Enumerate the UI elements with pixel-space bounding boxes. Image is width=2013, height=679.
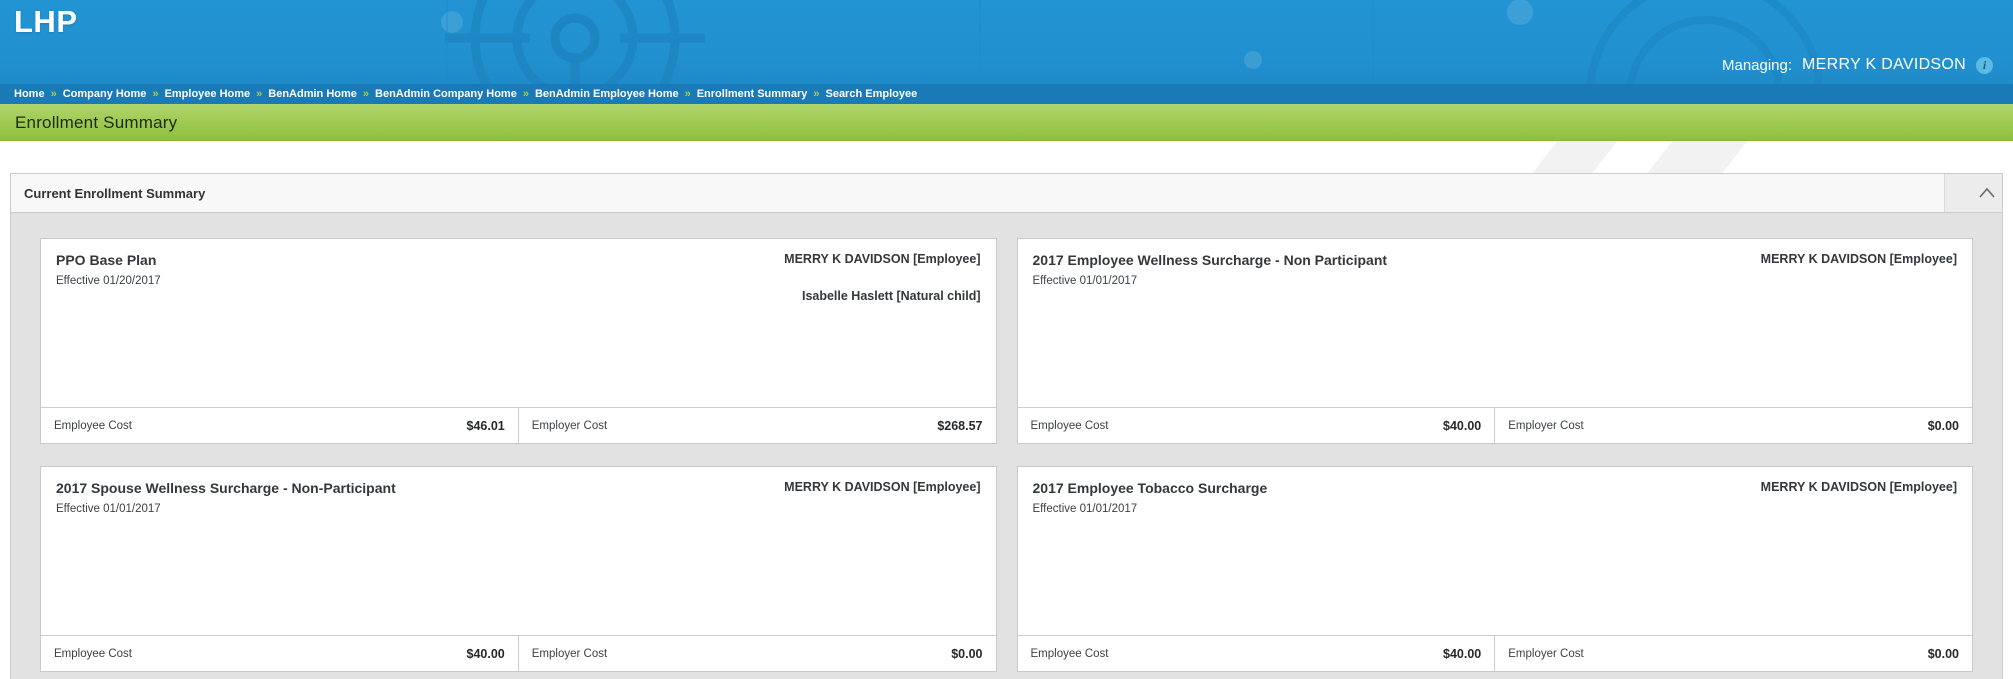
breadcrumb-item-benadmin-company-home[interactable]: BenAdmin Company Home bbox=[375, 88, 517, 100]
employer-cost-cell: Employer Cost $0.00 bbox=[518, 636, 996, 671]
breadcrumb-item-enrollment-summary[interactable]: Enrollment Summary bbox=[697, 88, 808, 100]
enrollment-cards-grid: PPO Base Plan Effective 01/20/2017 MERRY… bbox=[40, 238, 1973, 672]
breadcrumb: Home » Company Home » Employee Home » Be… bbox=[0, 84, 2013, 104]
plan-participants: MERRY K DAVIDSON [Employee] bbox=[1761, 480, 1957, 494]
chevron-up-icon bbox=[1978, 187, 1996, 199]
breadcrumb-separator-icon: » bbox=[256, 88, 262, 100]
current-enrollment-summary-panel-body: PPO Base Plan Effective 01/20/2017 MERRY… bbox=[10, 213, 2003, 679]
app-header: LHP Managing: MERRY K DAVIDSON i bbox=[0, 0, 2013, 84]
breadcrumb-separator-icon: » bbox=[152, 88, 158, 100]
employer-cost-value: $0.00 bbox=[1928, 647, 1959, 661]
employer-cost-label: Employer Cost bbox=[532, 420, 607, 432]
plan-cost-footer: Employee Cost $40.00 Employer Cost $0.00 bbox=[1018, 635, 1973, 671]
enrollment-card-ppo-base-plan: PPO Base Plan Effective 01/20/2017 MERRY… bbox=[40, 238, 997, 444]
breadcrumb-item-home[interactable]: Home bbox=[14, 88, 45, 100]
employer-cost-label: Employer Cost bbox=[532, 648, 607, 660]
card-body: 2017 Employee Wellness Surcharge - Non P… bbox=[1018, 239, 1973, 407]
breadcrumb-item-benadmin-employee-home[interactable]: BenAdmin Employee Home bbox=[535, 88, 679, 100]
participant-name: MERRY K DAVIDSON [Employee] bbox=[1761, 252, 1957, 266]
employee-cost-label: Employee Cost bbox=[1031, 420, 1109, 432]
employer-cost-cell: Employer Cost $268.57 bbox=[518, 408, 996, 443]
plan-participants: MERRY K DAVIDSON [Employee] Isabelle Has… bbox=[784, 252, 980, 303]
plan-effective-date: Effective 01/01/2017 bbox=[1033, 503, 1958, 515]
panel-collapse-button[interactable] bbox=[1944, 174, 2002, 212]
plan-cost-footer: Employee Cost $40.00 Employer Cost $0.00 bbox=[1018, 407, 1973, 443]
breadcrumb-separator-icon: » bbox=[685, 88, 691, 100]
plan-participants: MERRY K DAVIDSON [Employee] bbox=[1761, 252, 1957, 266]
employee-cost-label: Employee Cost bbox=[54, 420, 132, 432]
employer-cost-cell: Employer Cost $0.00 bbox=[1494, 408, 1972, 443]
enrollment-card-spouse-wellness-surcharge: 2017 Spouse Wellness Surcharge - Non-Par… bbox=[40, 466, 997, 672]
breadcrumb-item-search-employee[interactable]: Search Employee bbox=[825, 88, 917, 100]
plan-participants: MERRY K DAVIDSON [Employee] bbox=[784, 480, 980, 494]
employer-cost-value: $0.00 bbox=[951, 647, 982, 661]
participant-name: MERRY K DAVIDSON [Employee] bbox=[784, 480, 980, 494]
app-logo[interactable]: LHP bbox=[14, 4, 78, 40]
enrollment-card-employee-tobacco-surcharge: 2017 Employee Tobacco Surcharge Effectiv… bbox=[1017, 466, 1974, 672]
employee-cost-label: Employee Cost bbox=[1031, 648, 1109, 660]
employee-cost-value: $40.00 bbox=[1443, 647, 1481, 661]
page-title-bar: Enrollment Summary bbox=[0, 104, 2013, 141]
card-body: 2017 Employee Tobacco Surcharge Effectiv… bbox=[1018, 467, 1973, 635]
employer-cost-cell: Employer Cost $0.00 bbox=[1494, 636, 1972, 671]
plan-effective-date: Effective 01/01/2017 bbox=[56, 503, 981, 515]
breadcrumb-separator-icon: » bbox=[523, 88, 529, 100]
breadcrumb-item-company-home[interactable]: Company Home bbox=[63, 88, 147, 100]
plan-cost-footer: Employee Cost $46.01 Employer Cost $268.… bbox=[41, 407, 996, 443]
panel-title: Current Enrollment Summary bbox=[11, 186, 205, 201]
breadcrumb-item-benadmin-home[interactable]: BenAdmin Home bbox=[268, 88, 357, 100]
card-body: 2017 Spouse Wellness Surcharge - Non-Par… bbox=[41, 467, 996, 635]
employee-cost-cell: Employee Cost $40.00 bbox=[41, 636, 518, 671]
breadcrumb-item-employee-home[interactable]: Employee Home bbox=[165, 88, 251, 100]
employee-cost-cell: Employee Cost $40.00 bbox=[1018, 636, 1495, 671]
participant-name: MERRY K DAVIDSON [Employee] bbox=[1761, 480, 1957, 494]
info-icon[interactable]: i bbox=[1976, 57, 1993, 74]
employer-cost-label: Employer Cost bbox=[1508, 648, 1583, 660]
background-watermark-shape bbox=[1644, 141, 1750, 173]
employee-cost-value: $40.00 bbox=[467, 647, 505, 661]
page-title: Enrollment Summary bbox=[15, 113, 177, 133]
managing-indicator: Managing: MERRY K DAVIDSON i bbox=[1722, 56, 1993, 74]
participant-name: Isabelle Haslett [Natural child] bbox=[802, 289, 981, 303]
breadcrumb-separator-icon: » bbox=[813, 88, 819, 100]
employer-cost-label: Employer Cost bbox=[1508, 420, 1583, 432]
employee-cost-value: $46.01 bbox=[467, 419, 505, 433]
breadcrumb-separator-icon: » bbox=[363, 88, 369, 100]
employer-cost-value: $268.57 bbox=[937, 419, 982, 433]
employer-cost-value: $0.00 bbox=[1928, 419, 1959, 433]
content-top-gap bbox=[0, 141, 2013, 173]
employee-cost-cell: Employee Cost $46.01 bbox=[41, 408, 518, 443]
participant-name: MERRY K DAVIDSON [Employee] bbox=[784, 252, 980, 266]
header-watermark-graphic bbox=[0, 0, 2013, 84]
employee-cost-cell: Employee Cost $40.00 bbox=[1018, 408, 1495, 443]
employee-cost-label: Employee Cost bbox=[54, 648, 132, 660]
current-enrollment-summary-panel-header: Current Enrollment Summary bbox=[10, 173, 2003, 213]
enrollment-card-employee-wellness-surcharge: 2017 Employee Wellness Surcharge - Non P… bbox=[1017, 238, 1974, 444]
background-watermark-shape bbox=[1529, 141, 1620, 173]
card-body: PPO Base Plan Effective 01/20/2017 MERRY… bbox=[41, 239, 996, 407]
employee-cost-value: $40.00 bbox=[1443, 419, 1481, 433]
managing-label: Managing: bbox=[1722, 57, 1792, 74]
managing-employee-name: MERRY K DAVIDSON bbox=[1802, 56, 1966, 74]
plan-cost-footer: Employee Cost $40.00 Employer Cost $0.00 bbox=[41, 635, 996, 671]
breadcrumb-separator-icon: » bbox=[51, 88, 57, 100]
plan-effective-date: Effective 01/01/2017 bbox=[1033, 275, 1958, 287]
